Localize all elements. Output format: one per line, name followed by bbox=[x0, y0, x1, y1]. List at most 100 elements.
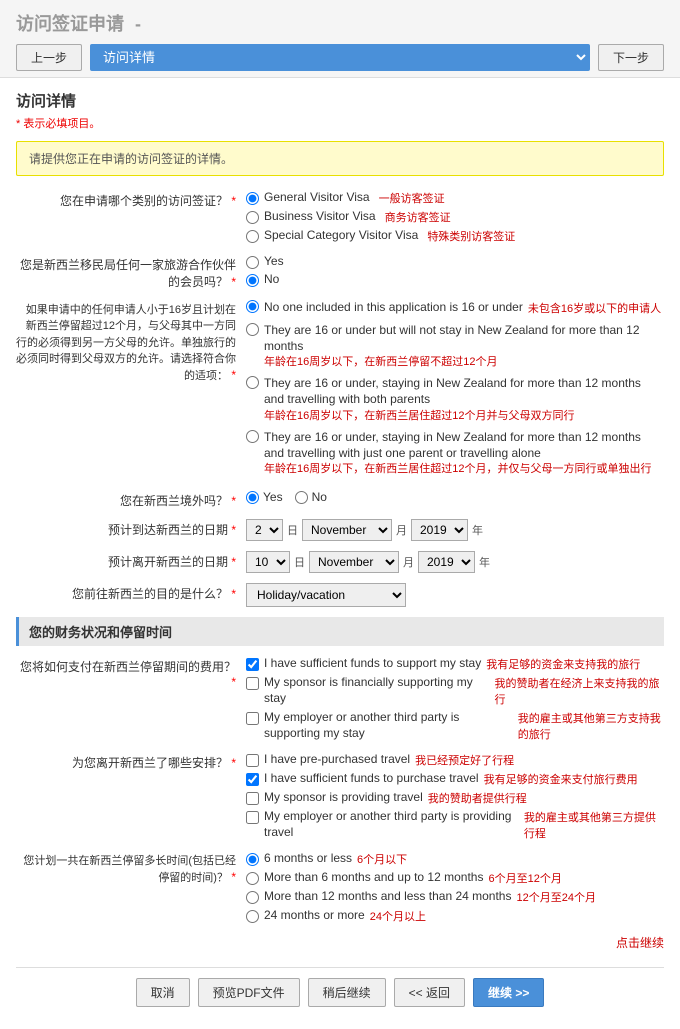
outside-nz-control: Yes No bbox=[246, 490, 664, 504]
travel-sponsor-checkbox[interactable] bbox=[246, 792, 259, 805]
duration-12m-en: More than 6 months and up to 12 months bbox=[264, 870, 483, 886]
visa-general-radio[interactable] bbox=[246, 192, 259, 205]
duration-group: 您计划一共在新西兰停留多长时间(包括已经停留的时间)？ * 6 months o… bbox=[16, 851, 664, 924]
duration-24mplus-radio[interactable] bbox=[246, 910, 259, 923]
outside-nz-no-label: No bbox=[312, 490, 327, 504]
travel-label: 为您离开新西兰了哪些安排？ * bbox=[16, 752, 246, 771]
visa-type-radio-group: General Visitor Visa 一般访客签证 Business Vis… bbox=[246, 190, 664, 244]
funds-employer-checkbox[interactable] bbox=[246, 712, 259, 725]
child-16under-stay-both-radio[interactable] bbox=[246, 376, 259, 389]
travel-employer-checkbox[interactable] bbox=[246, 811, 259, 824]
outside-nz-radio-inline: Yes No bbox=[246, 490, 664, 504]
outside-nz-group: 您在新西兰境外吗？ * Yes No bbox=[16, 490, 664, 509]
duration-24mplus-cn: 24个月以上 bbox=[370, 908, 426, 924]
visa-type-control: General Visitor Visa 一般访客签证 Business Vis… bbox=[246, 190, 664, 244]
child-16under-stay-both: They are 16 or under, staying in New Zea… bbox=[246, 376, 664, 422]
funds-self-checkbox[interactable] bbox=[246, 658, 259, 671]
funds-label: 您将如何支付在新西兰停留期间的费用？ * bbox=[16, 656, 246, 689]
duration-control: 6 months or less 6个月以下 More than 6 month… bbox=[246, 851, 664, 924]
purpose-control: Holiday/vacation bbox=[246, 583, 664, 607]
save-continue-button[interactable]: 稍后继续 bbox=[308, 978, 386, 1007]
nz-member-yes-label: Yes bbox=[264, 254, 284, 268]
child-no16-radio[interactable] bbox=[246, 300, 259, 313]
child-16under-no-stay-radio[interactable] bbox=[246, 323, 259, 336]
visa-special-cn: 特殊类别访客签证 bbox=[427, 228, 515, 244]
travel-checkbox-group: I have pre-purchased travel 我已经预定好了行程 I … bbox=[246, 752, 664, 841]
prev-button[interactable]: 上一步 bbox=[16, 44, 82, 71]
preview-pdf-button[interactable]: 预览PDF文件 bbox=[198, 978, 300, 1007]
depart-date-group: 预计离开新西兰的日期 * 10 日 November 月 2019 年 bbox=[16, 551, 664, 573]
visa-general-cn: 一般访客签证 bbox=[379, 190, 445, 206]
arrive-date-row: 2 日 November 月 2019 年 bbox=[246, 519, 664, 541]
finance-section-header: 您的财务状况和停留时间 bbox=[16, 617, 664, 646]
visa-business-cn: 商务访客签证 bbox=[385, 209, 451, 225]
child-16under-stay-one-radio[interactable] bbox=[246, 430, 259, 443]
travel-prepurchased-en: I have pre-purchased travel bbox=[264, 752, 410, 768]
purpose-label: 您前往新西兰的目的是什么？ * bbox=[16, 583, 246, 602]
travel-prepurchased-checkbox[interactable] bbox=[246, 754, 259, 767]
page-header: 访问签证申请 - 上一步 访问详情 下一步 bbox=[0, 0, 680, 78]
depart-month-label: 月 bbox=[403, 554, 414, 570]
nz-member-control: Yes No bbox=[246, 254, 664, 287]
depart-day-select[interactable]: 10 bbox=[246, 551, 290, 573]
next-button[interactable]: 下一步 bbox=[598, 44, 664, 71]
outside-nz-no: No bbox=[295, 490, 327, 504]
outside-nz-yes-label: Yes bbox=[263, 490, 283, 504]
back-button[interactable]: << 返回 bbox=[394, 978, 465, 1007]
cancel-button[interactable]: 取消 bbox=[136, 978, 190, 1007]
section-title: 访问详情 bbox=[16, 90, 664, 111]
funds-self-en: I have sufficient funds to support my st… bbox=[264, 656, 481, 672]
depart-date-label: 预计离开新西兰的日期 * bbox=[16, 551, 246, 570]
visa-type-general: General Visitor Visa 一般访客签证 bbox=[246, 190, 664, 206]
depart-date-control: 10 日 November 月 2019 年 bbox=[246, 551, 664, 573]
funds-sponsor: My sponsor is financially supporting my … bbox=[246, 675, 664, 707]
duration-12m-radio[interactable] bbox=[246, 872, 259, 885]
visa-type-business: Business Visitor Visa 商务访客签证 bbox=[246, 209, 664, 225]
arrive-date-label: 预计到达新西兰的日期 * bbox=[16, 519, 246, 538]
nz-member-no-label: No bbox=[264, 272, 279, 286]
travel-sponsor: My sponsor is providing travel 我的赞助者提供行程 bbox=[246, 790, 664, 806]
travel-sufficient-en: I have sufficient funds to purchase trav… bbox=[264, 771, 479, 787]
depart-year-label: 年 bbox=[479, 554, 490, 570]
nz-member-yes-radio[interactable] bbox=[246, 256, 259, 269]
visa-type-group: 您在申请哪个类别的访问签证？ * General Visitor Visa 一般… bbox=[16, 190, 664, 244]
info-box: 请提供您正在申请的访问签证的详情。 bbox=[16, 141, 664, 176]
title-text: 访问签证申请 bbox=[16, 14, 124, 34]
visa-business-radio[interactable] bbox=[246, 211, 259, 224]
child-condition-control: No one included in this application is 1… bbox=[246, 300, 664, 480]
visa-general-en: General Visitor Visa bbox=[264, 190, 370, 204]
funds-employer-cn: 我的雇主或其他第三方支持我的旅行 bbox=[518, 710, 664, 742]
duration-6m-radio[interactable] bbox=[246, 853, 259, 866]
duration-label: 您计划一共在新西兰停留多长时间(包括已经停留的时间)？ * bbox=[16, 851, 246, 886]
nz-member-no: No bbox=[246, 272, 664, 287]
duration-12m: More than 6 months and up to 12 months 6… bbox=[246, 870, 664, 886]
visa-special-radio[interactable] bbox=[246, 230, 259, 243]
arrive-month-select[interactable]: November bbox=[302, 519, 392, 541]
child-16under-stay-both-cn: 年龄在16周岁以下，在新西兰居住超过12个月并与父母双方同行 bbox=[264, 409, 664, 423]
duration-24m-radio[interactable] bbox=[246, 891, 259, 904]
outside-nz-yes: Yes bbox=[246, 490, 283, 504]
arrive-day-select[interactable]: 2 bbox=[246, 519, 283, 541]
outside-nz-yes-radio[interactable] bbox=[246, 491, 259, 504]
duration-24mplus: 24 months or more 24个月以上 bbox=[246, 908, 664, 924]
depart-month-select[interactable]: November bbox=[309, 551, 399, 573]
duration-6m-en: 6 months or less bbox=[264, 851, 352, 867]
funds-sponsor-checkbox[interactable] bbox=[246, 677, 259, 690]
outside-nz-no-radio[interactable] bbox=[295, 491, 308, 504]
step-select[interactable]: 访问详情 bbox=[90, 44, 590, 71]
duration-6m: 6 months or less 6个月以下 bbox=[246, 851, 664, 867]
funds-self-cn: 我有足够的资金来支持我的旅行 bbox=[486, 656, 640, 672]
continue-button[interactable]: 继续 >> bbox=[473, 978, 544, 1007]
child-16under-stay-one-en: They are 16 or under, staying in New Zea… bbox=[264, 430, 664, 461]
travel-sufficient-checkbox[interactable] bbox=[246, 773, 259, 786]
arrive-day-label: 日 bbox=[287, 522, 298, 538]
arrive-year-select[interactable]: 2019 bbox=[411, 519, 468, 541]
duration-6m-cn: 6个月以下 bbox=[357, 851, 407, 867]
duration-radio-group: 6 months or less 6个月以下 More than 6 month… bbox=[246, 851, 664, 924]
purpose-select[interactable]: Holiday/vacation bbox=[246, 583, 406, 607]
nz-member-radio-group: Yes No bbox=[246, 254, 664, 287]
nz-member-no-radio[interactable] bbox=[246, 274, 259, 287]
child-16under-no-stay-en: They are 16 or under but will not stay i… bbox=[264, 323, 664, 354]
travel-employer-en: My employer or another third party is pr… bbox=[264, 809, 519, 840]
depart-year-select[interactable]: 2019 bbox=[418, 551, 475, 573]
